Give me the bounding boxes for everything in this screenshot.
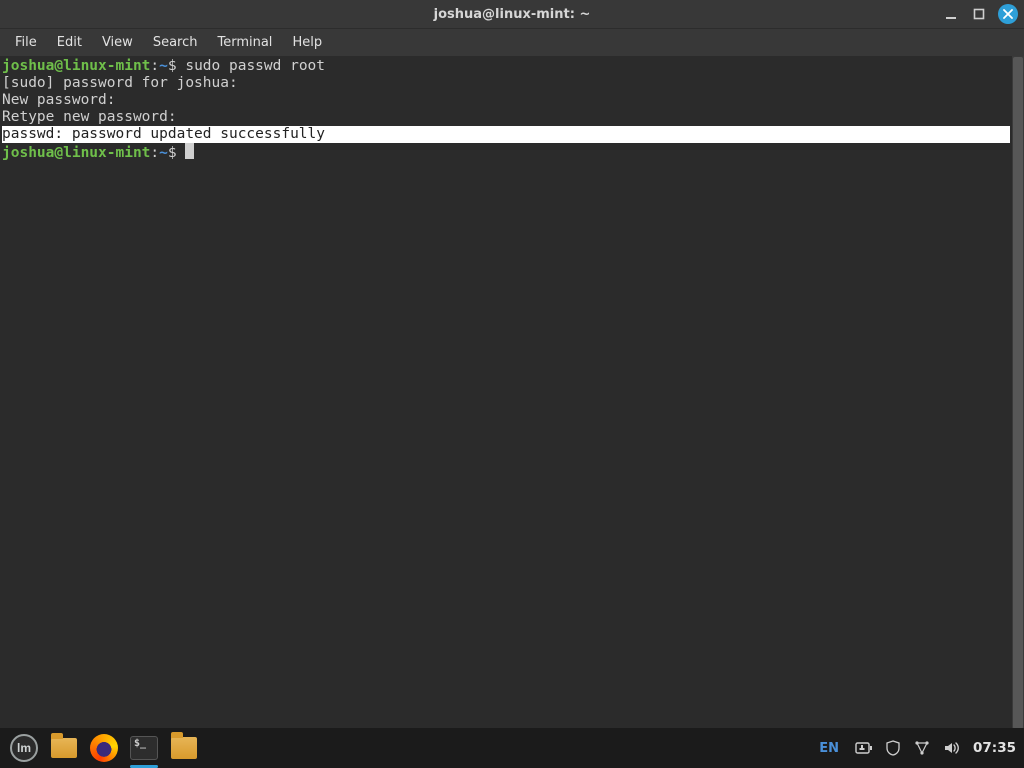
system-tray <box>855 740 961 756</box>
show-desktop-button[interactable] <box>48 732 80 764</box>
menu-file[interactable]: File <box>6 32 46 53</box>
output-new-password: New password: <box>2 92 124 108</box>
clock[interactable]: 07:35 <box>973 740 1016 756</box>
taskbar: lm EN <box>0 728 1024 768</box>
output-sudo-prompt: [sudo] password for joshua: <box>2 75 246 91</box>
menu-view[interactable]: View <box>93 32 142 53</box>
menu-search[interactable]: Search <box>144 32 207 53</box>
window-controls <box>942 4 1018 24</box>
desktop: joshua@linux-mint: ~ File Edit View Sear… <box>0 0 1024 768</box>
keyboard-layout-indicator[interactable]: EN <box>815 739 843 758</box>
prompt-user-host-2: joshua@linux-mint <box>2 145 150 161</box>
scrollbar[interactable] <box>1012 56 1024 728</box>
mint-logo-icon: lm <box>10 734 38 762</box>
terminal-launcher[interactable] <box>128 732 160 764</box>
network-icon[interactable] <box>913 740 931 756</box>
folder-icon <box>51 738 77 758</box>
firefox-icon <box>90 734 118 762</box>
terminal-viewport[interactable]: joshua@linux-mint:~$ sudo passwd root [s… <box>0 56 1024 728</box>
prompt-sep: : <box>150 58 159 74</box>
menu-help[interactable]: Help <box>283 32 331 53</box>
volume-icon[interactable] <box>943 740 961 756</box>
menu-terminal[interactable]: Terminal <box>208 32 281 53</box>
shield-icon[interactable] <box>885 740 901 756</box>
menu-edit[interactable]: Edit <box>48 32 91 53</box>
output-retype-password: Retype new password: <box>2 109 185 125</box>
prompt-symbol: $ <box>168 58 177 74</box>
firefox-launcher[interactable] <box>88 732 120 764</box>
output-success-highlight: passwd: password updated successfully <box>2 126 1010 143</box>
taskbar-right: EN 07:35 <box>815 739 1016 758</box>
files-icon <box>171 737 197 759</box>
terminal-icon <box>130 736 158 760</box>
command-1: sudo passwd root <box>185 58 325 74</box>
menubar: File Edit View Search Terminal Help <box>0 28 1024 56</box>
scrollbar-thumb[interactable] <box>1013 57 1023 729</box>
battery-icon[interactable] <box>855 741 873 755</box>
terminal-window: joshua@linux-mint: ~ File Edit View Sear… <box>0 0 1024 728</box>
start-menu-button[interactable]: lm <box>8 732 40 764</box>
close-button[interactable] <box>998 4 1018 24</box>
titlebar[interactable]: joshua@linux-mint: ~ <box>0 0 1024 28</box>
prompt-user-host: joshua@linux-mint <box>2 58 150 74</box>
taskbar-left: lm <box>8 732 200 764</box>
cursor-icon <box>185 143 194 159</box>
maximize-button[interactable] <box>970 5 988 23</box>
minimize-button[interactable] <box>942 5 960 23</box>
terminal-output[interactable]: joshua@linux-mint:~$ sudo passwd root [s… <box>0 56 1012 728</box>
window-title: joshua@linux-mint: ~ <box>0 7 1024 22</box>
files-launcher[interactable] <box>168 732 200 764</box>
prompt-path: ~ <box>159 58 168 74</box>
